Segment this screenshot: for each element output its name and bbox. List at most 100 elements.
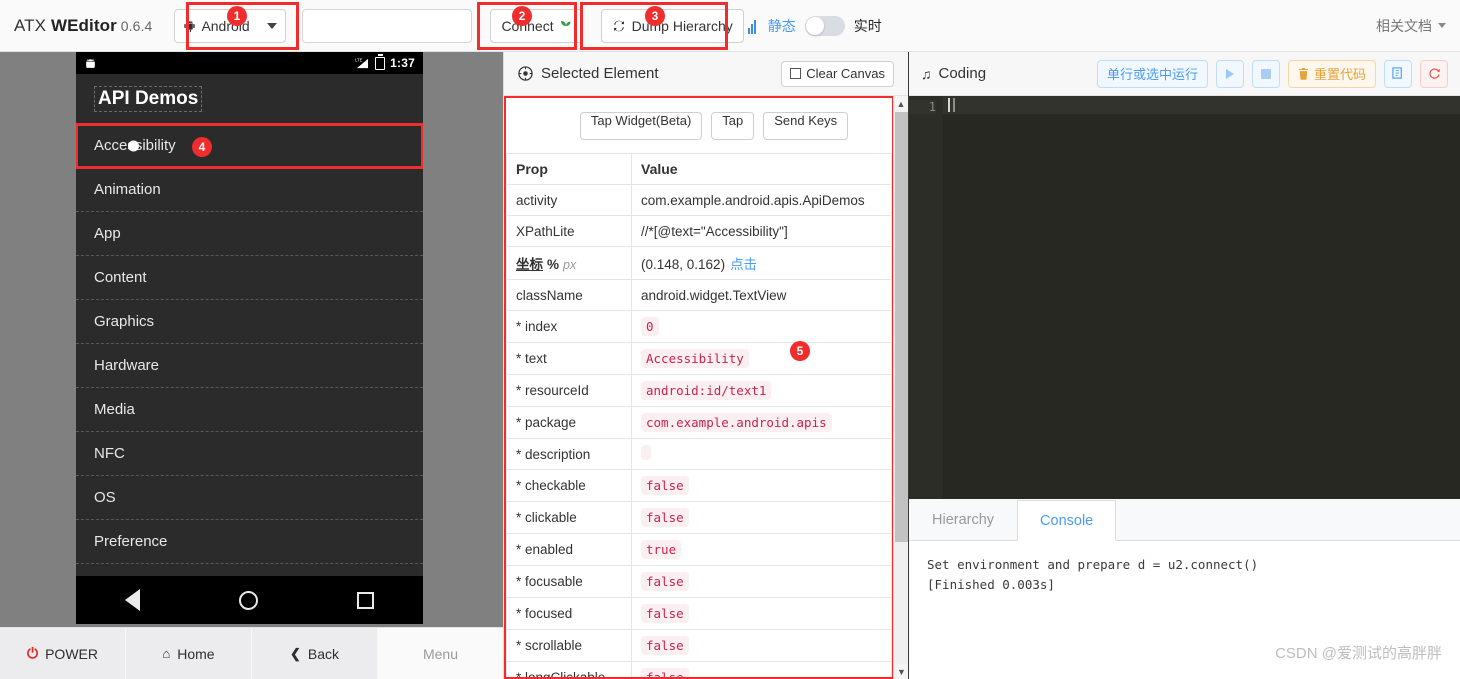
prop-row-activity: activity com.example.android.apis.ApiDemo… [506, 184, 892, 216]
prop-value: android.widget.TextView [631, 279, 892, 311]
prop-name: * scrollable [506, 629, 632, 662]
home-button[interactable]: ⌂ Home [126, 628, 252, 679]
coding-panel-title: ♫ Coding [921, 65, 986, 82]
menu-button[interactable]: Menu [378, 628, 503, 679]
prop-name: * index [506, 310, 632, 343]
home-icon: ⌂ [162, 646, 171, 661]
prop-row-coordinates: 坐标% px (0.148, 0.162) 点击 [506, 246, 892, 280]
reset-code-button[interactable]: 重置代码 [1287, 59, 1376, 88]
power-label: POWER [45, 645, 98, 662]
prop-value-text: com.example.android.apis.ApiDemos [641, 192, 865, 208]
prop-row-checkable: * checkable false [506, 469, 892, 502]
coord-tap-link[interactable]: 点击 [730, 257, 757, 272]
device-list-item-animation[interactable]: Animation [76, 168, 423, 212]
clear-canvas-label: Clear Canvas [806, 66, 885, 81]
device-list-item-hardware[interactable]: Hardware [76, 344, 423, 388]
android-status-bar: LTE 1:37 [76, 52, 423, 74]
editor-cursor [948, 98, 950, 112]
properties-body: activity com.example.android.apis.ApiDemo… [506, 184, 892, 677]
chevron-left-icon: ❮ [289, 645, 301, 661]
scroll-up-arrow-icon[interactable]: ▲ [894, 96, 908, 111]
device-list-item-label: Media [94, 401, 135, 418]
prop-row-resourceid: * resourceId android:id/text1 [506, 374, 892, 407]
coord-unit-percent[interactable]: % [547, 257, 559, 272]
device-list-item-media[interactable]: Media [76, 388, 423, 432]
device-screen[interactable]: LTE 1:37 API Demos Accessibility Animatio… [76, 52, 423, 624]
clear-canvas-button[interactable]: Clear Canvas [781, 60, 894, 87]
power-button[interactable]: ⏻ POWER [0, 628, 126, 679]
scrollbar-thumb[interactable] [895, 112, 908, 542]
prop-value: true [631, 533, 892, 566]
coord-value-wrap: (0.148, 0.162) 点击 [641, 257, 757, 272]
device-list-item-label: Graphics [94, 313, 155, 330]
reset-code-label: 重置代码 [1313, 67, 1366, 82]
prop-name: * description [506, 438, 632, 470]
code-editor[interactable]: 1 [909, 96, 1460, 499]
related-docs-label: 相关文档 [1376, 17, 1432, 34]
coord-label: 坐标% px [516, 253, 622, 273]
device-list-item-label: Content [94, 269, 147, 286]
device-serial-input[interactable] [302, 8, 473, 43]
properties-scrollbar[interactable]: ▲ ▼ [893, 96, 909, 679]
device-list-item-content[interactable]: Content [76, 256, 423, 300]
prop-row-description: * description [506, 438, 892, 470]
prop-value-text: //*[@text="Accessibility"] [641, 223, 788, 239]
prop-row-longclickable: * longClickable false [506, 661, 892, 677]
prop-row-classname: className android.widget.TextView [506, 279, 892, 311]
run-button[interactable] [1215, 59, 1244, 88]
dump-hierarchy-button[interactable]: Dump Hierarchy [600, 8, 744, 43]
prop-name: * clickable [506, 501, 632, 534]
selected-element-body: Tap Widget(Beta) Tap Send Keys Prop Value … [504, 96, 894, 679]
refresh-button[interactable] [1420, 59, 1448, 88]
copy-button[interactable] [1384, 59, 1412, 88]
related-docs-menu[interactable]: 相关文档 [1376, 16, 1446, 36]
device-list-item-nfc[interactable]: NFC [76, 432, 423, 476]
stop-button[interactable] [1251, 59, 1280, 88]
prop-value-code [641, 445, 651, 460]
action-button-tap-widget-beta[interactable]: Tap Widget(Beta) [579, 111, 703, 140]
home-circle-icon[interactable] [238, 590, 258, 610]
editor-gutter: 1 [909, 96, 943, 499]
scroll-down-arrow-icon[interactable]: ▼ [894, 664, 909, 679]
annotation-badge-3: 3 [645, 6, 665, 26]
device-app-bar: API Demos [76, 74, 423, 124]
prop-value: Accessibility [631, 342, 892, 375]
back-button[interactable]: ❮ Back [252, 628, 378, 679]
prop-value: android:id/text1 [631, 374, 892, 407]
prop-value [631, 438, 892, 470]
coord-unit-px[interactable]: px [563, 258, 576, 272]
tab-hierarchy[interactable]: Hierarchy [909, 499, 1017, 540]
status-left [84, 58, 355, 69]
target-icon [518, 66, 533, 81]
action-button-send-keys[interactable]: Send Keys [763, 111, 849, 140]
run-selection-button[interactable]: 单行或选中运行 [1096, 59, 1208, 88]
device-list-item-preference[interactable]: Preference [76, 520, 423, 564]
device-list-item-accessibility[interactable]: Accessibility [76, 123, 423, 169]
action-button-tap[interactable]: Tap [711, 111, 755, 140]
coding-toolbar: 单行或选中运行 重置代码 [1096, 59, 1448, 88]
device-control-bar: ⏻ POWER ⌂ Home ❮ Back Menu [0, 627, 503, 679]
back-triangle-icon[interactable] [125, 589, 141, 611]
chevron-down-icon [1438, 23, 1446, 28]
device-list-item-label: Hardware [94, 357, 160, 374]
status-clock: 1:37 [390, 56, 415, 70]
device-list-item-os[interactable]: OS [76, 476, 423, 520]
toggle-realtime-label: 实时 [853, 17, 882, 34]
editor-text-area[interactable] [943, 96, 1460, 499]
tab-console[interactable]: Console [1017, 500, 1117, 541]
prop-row-index: * index 0 [506, 310, 892, 343]
realtime-toggle-switch[interactable] [804, 15, 845, 36]
android-robot-icon [184, 20, 196, 32]
device-list-item-label: Animation [94, 181, 161, 198]
coord-label-name: 坐标 [516, 257, 543, 272]
device-list-item-graphics[interactable]: Graphics [76, 300, 423, 344]
connect-button[interactable]: Connect [490, 8, 583, 43]
recents-square-icon[interactable] [356, 591, 374, 609]
selected-element-header: Selected Element Clear Canvas [504, 52, 908, 96]
prop-row-scrollable: * scrollable false [506, 629, 892, 662]
prop-name: className [506, 279, 632, 311]
sprout-icon [560, 20, 571, 33]
device-list-item-app[interactable]: App [76, 212, 423, 256]
trash-icon [1298, 67, 1309, 80]
prop-row-enabled: * enabled true [506, 533, 892, 566]
